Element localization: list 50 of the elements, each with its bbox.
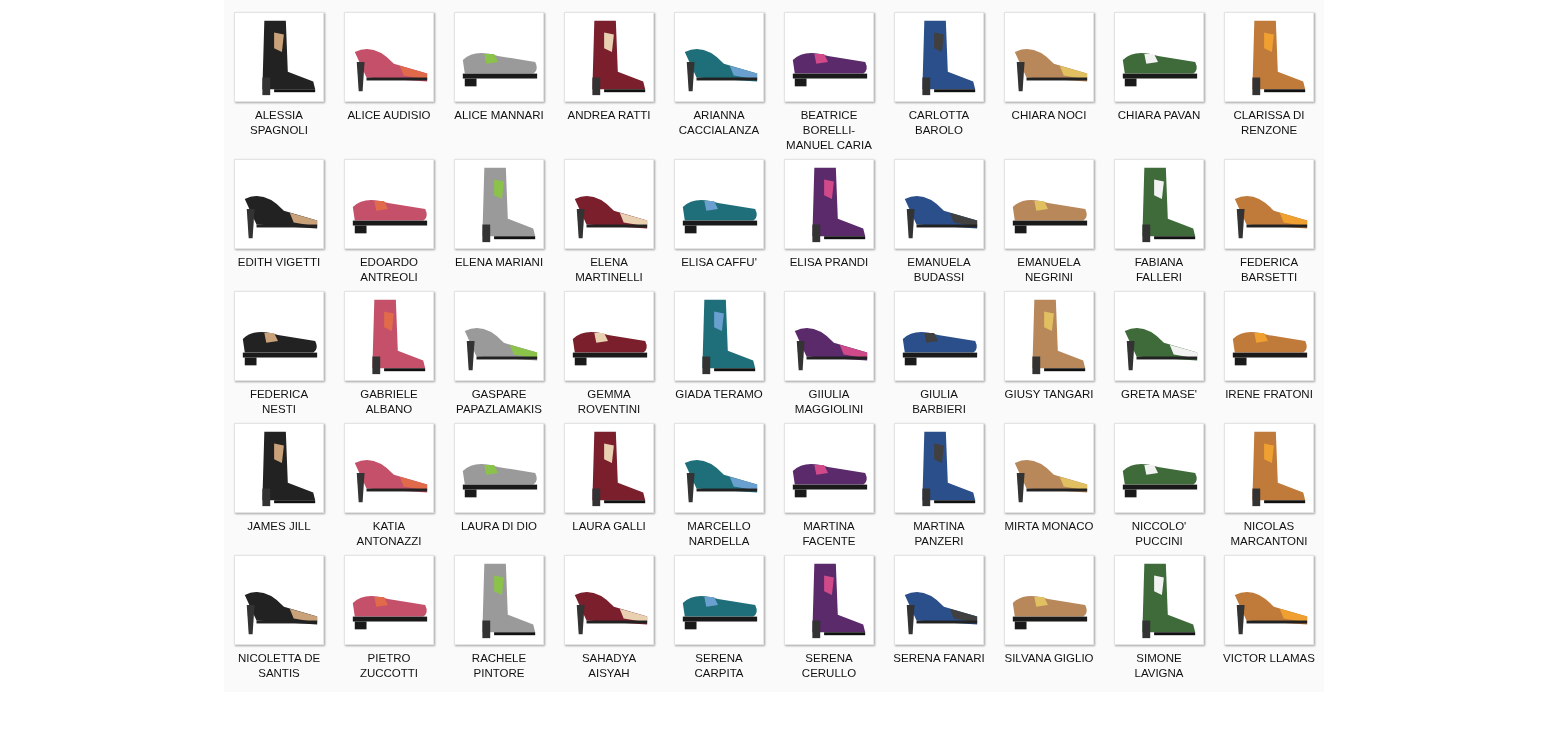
file-name: ELISA CAFFU' [680,255,758,270]
file-name: ARIANNA CACCIALANZA [677,108,761,138]
file-name: MIRTA MONACO [1003,519,1095,534]
file-name: GIADA TERAMO [674,387,764,402]
file-name: CARLOTTA BAROLO [907,108,971,138]
file-name: CLARISSA DI RENZONE [1232,108,1306,138]
file-name: SIMONE LAVIGNA [1133,651,1185,681]
file-name: GEMMA ROVENTINI [576,387,642,417]
file-name: GIIULIA MAGGIOLINI [793,387,865,417]
file-name: IRENE FRATONI [1224,387,1314,402]
file-name: NICOLETTA DE SANTIS [236,651,322,681]
file-name: MARTINA PANZERI [912,519,966,549]
file-name: FABIANA FALLERI [1133,255,1185,285]
file-name: MARCELLO NARDELLA [686,519,752,549]
file-name: ALESSIA SPAGNOLI [249,108,309,138]
file-name: NICCOLO' PUCCINI [1130,519,1188,549]
file-name: EMANUELA NEGRINI [1016,255,1082,285]
file-name: CHIARA NOCI [1010,108,1088,123]
file-name: ALICE AUDISIO [346,108,432,123]
file-name: GIUSY TANGARI [1003,387,1095,402]
file-name: SILVANA GIGLIO [1003,651,1095,666]
file-name: GASPARE PAPAZLAMAKIS [455,387,543,417]
file-name: SERENA CERULLO [800,651,858,681]
file-name: JAMES JILL [246,519,312,534]
file-name: SERENA FANARI [893,651,985,666]
file-name: SERENA CARPITA [693,651,745,681]
file-name: ELISA PRANDI [788,255,870,270]
file-name: PIETRO ZUCCOTTI [358,651,420,681]
file-name: ALICE MANNARI [453,108,545,123]
file-name: EMANUELA BUDASSI [906,255,972,285]
file-name: GRETA MASE' [1119,387,1199,402]
file-name: RACHELE PINTORE [470,651,528,681]
file-name: BEATRICE BORELLI-MANUEL CARIA [785,108,873,153]
file-name: EDOARDO ANTREOLI [358,255,420,285]
file-name: KATIA ANTONAZZI [355,519,423,549]
file-name: SAHADYA AISYAH [580,651,638,681]
file-name: NICOLAS MARCANTONI [1229,519,1309,549]
file-name: LAURA GALLI [571,519,647,534]
file-name: GIULIA BARBIERI [911,387,967,417]
file-name: GABRIELE ALBANO [359,387,419,417]
file-name: ANDREA RATTI [566,108,652,123]
file-name: ELENA MARTINELLI [574,255,644,285]
file-name: LAURA DI DIO [459,519,539,534]
file-name: FEDERICA BARSETTI [1238,255,1300,285]
file-name: EDITH VIGETTI [236,255,322,270]
file-name: ELENA MARIANI [453,255,545,270]
file-name: CHIARA PAVAN [1116,108,1202,123]
file-name: MARTINA FACENTE [801,519,857,549]
file-name: VICTOR LLAMAS [1223,651,1315,666]
file-name: FEDERICA NESTI [248,387,310,417]
